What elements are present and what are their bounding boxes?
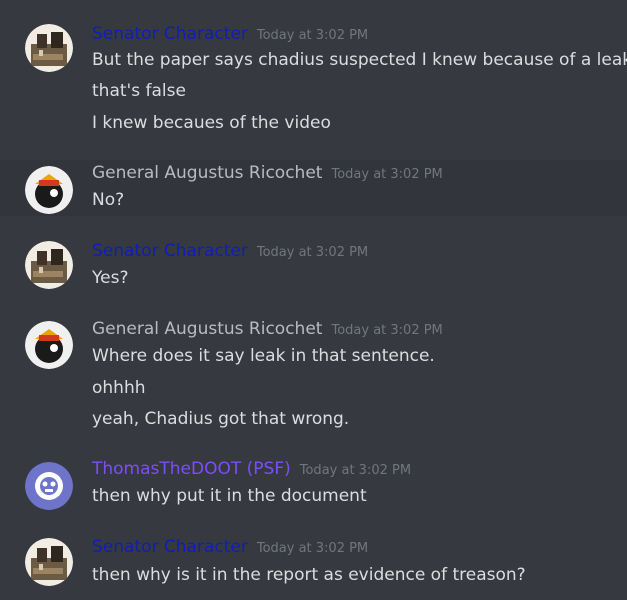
- senator-avatar-icon[interactable]: [25, 241, 73, 289]
- username[interactable]: General Augustus Ricochet: [92, 319, 322, 339]
- message-header: Senator Character Today at 3:02 PM: [92, 537, 368, 561]
- senator-avatar-icon[interactable]: [25, 538, 73, 586]
- message-text: then why put it in the document: [92, 486, 367, 506]
- message-text: But the paper says chadius suspected I k…: [92, 50, 627, 70]
- message-group: ThomasTheDOOT (PSF) Today at 3:02 PM the…: [0, 440, 627, 520]
- username[interactable]: Senator Character: [92, 241, 248, 261]
- username[interactable]: General Augustus Ricochet: [92, 163, 322, 183]
- username[interactable]: Senator Character: [92, 537, 248, 557]
- timestamp: Today at 3:02 PM: [256, 541, 369, 556]
- message-header: ThomasTheDOOT (PSF) Today at 3:02 PM: [92, 459, 411, 483]
- timestamp: Today at 3:02 PM: [256, 28, 369, 43]
- message-text: No?: [92, 190, 125, 210]
- message-header: Senator Character Today at 3:02 PM: [92, 241, 368, 265]
- message-group: Senator Character Today at 3:02 PM then …: [0, 520, 627, 600]
- message-text: I knew becaues of the video: [92, 113, 331, 133]
- chat-messages: Senator Character Today at 3:02 PM But t…: [0, 0, 627, 600]
- message-text: Where does it say leak in that sentence.: [92, 346, 435, 366]
- username[interactable]: ThomasTheDOOT (PSF): [92, 459, 291, 479]
- username[interactable]: Senator Character: [92, 24, 248, 44]
- message-text: ohhhh: [92, 378, 146, 398]
- timestamp: Today at 3:02 PM: [256, 245, 369, 260]
- senator-avatar-icon[interactable]: [25, 24, 73, 72]
- message-group: General Augustus Ricochet Today at 3:02 …: [0, 296, 627, 440]
- message-text: that's false: [92, 81, 186, 101]
- thomas-avatar-icon[interactable]: [25, 462, 73, 510]
- message-text: yeah, Chadius got that wrong.: [92, 409, 350, 429]
- message-header: General Augustus Ricochet Today at 3:02 …: [92, 319, 443, 343]
- message-text: then why is it in the report as evidence…: [92, 565, 526, 585]
- timestamp: Today at 3:02 PM: [331, 167, 443, 182]
- timestamp: Today at 3:02 PM: [331, 323, 443, 338]
- message-group: General Augustus Ricochet Today at 3:02 …: [0, 160, 627, 216]
- message-group: Senator Character Today at 3:02 PM But t…: [0, 0, 627, 160]
- message-header: General Augustus Ricochet Today at 3:02 …: [92, 163, 443, 187]
- general-avatar-icon[interactable]: [25, 321, 73, 369]
- message-text: Yes?: [92, 268, 129, 288]
- general-avatar-icon[interactable]: [25, 166, 73, 214]
- timestamp: Today at 3:02 PM: [299, 463, 412, 478]
- message-header: Senator Character Today at 3:02 PM: [92, 24, 368, 48]
- message-group: Senator Character Today at 3:02 PM Yes?: [0, 216, 627, 296]
